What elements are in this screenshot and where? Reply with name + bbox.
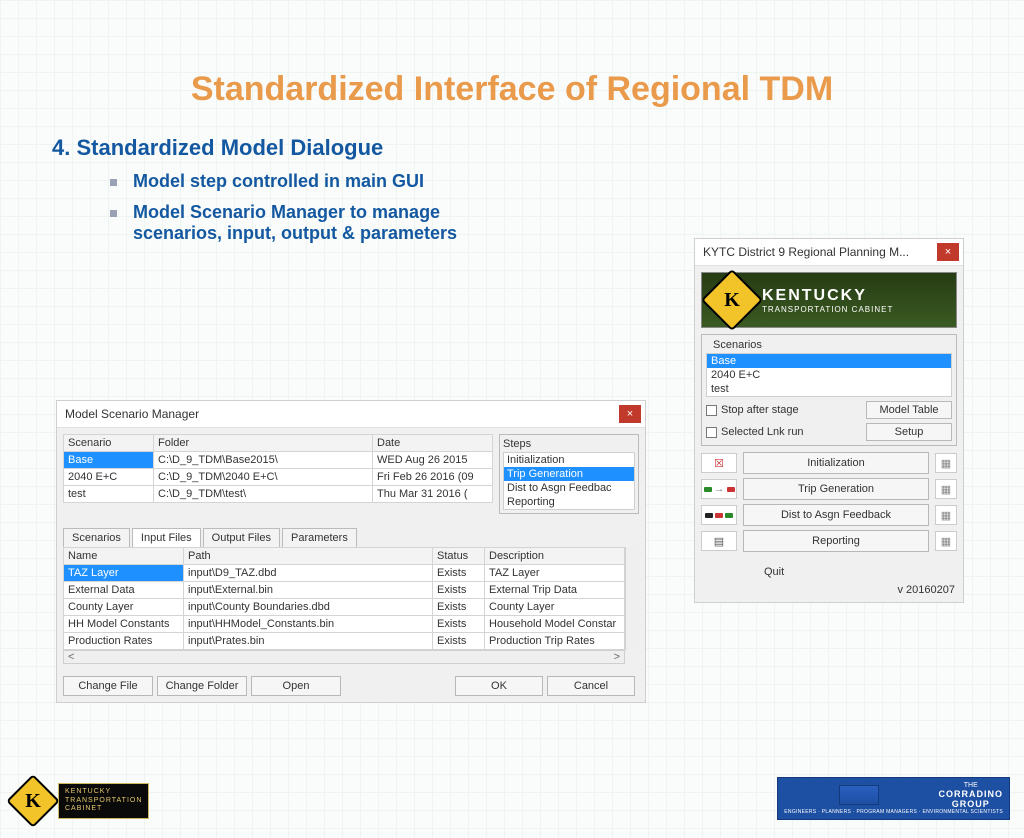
banner-line1: KENTUCKY <box>762 287 893 305</box>
horizontal-scrollbar[interactable]: < > <box>63 650 625 664</box>
steps-panel: Steps Initialization Trip Generation Dis… <box>499 434 639 514</box>
col-status: Status <box>433 548 485 565</box>
tab-scenarios[interactable]: Scenarios <box>63 528 130 547</box>
change-file-button[interactable]: Change File <box>63 676 153 696</box>
tab-input-files[interactable]: Input Files <box>132 528 201 547</box>
button-row: Change File Change Folder Open OK Cancel <box>57 670 645 702</box>
selected-lnk-run-label: Selected Lnk run <box>721 426 862 438</box>
district9-window: KYTC District 9 Regional Planning M... ×… <box>694 238 964 603</box>
section-heading: 4. Standardized Model Dialogue <box>52 135 1024 161</box>
change-folder-button[interactable]: Change Folder <box>157 676 247 696</box>
list-item[interactable]: Base <box>707 354 951 368</box>
banner: KENTUCKY TRANSPORTATION CABINET <box>701 272 957 328</box>
steps-list[interactable]: Initialization Trip Generation Dist to A… <box>503 452 635 510</box>
trip-generation-icon: → <box>701 479 737 499</box>
col-description: Description <box>485 548 625 565</box>
window-title: Model Scenario Manager <box>65 407 199 421</box>
table-row[interactable]: County Layerinput\County Boundaries.dbdE… <box>64 599 625 616</box>
tabs: Scenarios Input Files Output Files Param… <box>63 528 639 547</box>
bullet-list: Model step controlled in main GUI Model … <box>110 171 1024 244</box>
quit-button[interactable]: Quit <box>764 566 894 578</box>
model-table-button[interactable]: Model Table <box>866 401 952 419</box>
close-button[interactable]: × <box>619 405 641 423</box>
tab-parameters[interactable]: Parameters <box>282 528 357 547</box>
table-row[interactable]: External Datainput\External.binExistsExt… <box>64 582 625 599</box>
list-item[interactable]: Reporting <box>504 495 634 509</box>
trip-generation-button[interactable]: Trip Generation <box>743 478 929 500</box>
open-button[interactable]: Open <box>251 676 341 696</box>
col-date: Date <box>373 435 493 452</box>
table-header: Name Path Status Description <box>64 548 625 565</box>
table-row[interactable]: BaseC:\D_9_TDM\Base2015\WED Aug 26 2015 <box>64 452 493 469</box>
scenarios-fieldset: Scenarios Base 2040 E+C test Stop after … <box>701 334 957 446</box>
globe-icon <box>839 785 879 805</box>
window-title: KYTC District 9 Regional Planning M... <box>703 245 909 259</box>
dist-asgn-feedback-icon <box>701 505 737 525</box>
scroll-left-icon[interactable]: < <box>64 651 78 663</box>
col-folder: Folder <box>154 435 373 452</box>
table-row[interactable]: TAZ Layerinput\D9_TAZ.dbdExistsTAZ Layer <box>64 565 625 582</box>
initialization-button[interactable]: Initialization <box>743 452 929 474</box>
footer-kytc-logo: KENTUCKY TRANSPORTATION CABINET <box>14 782 149 820</box>
list-item[interactable]: Dist to Asgn Feedbac <box>504 481 634 495</box>
stop-after-stage-label: Stop after stage <box>721 404 862 416</box>
list-item[interactable]: 2040 E+C <box>707 368 951 382</box>
cancel-button[interactable]: Cancel <box>547 676 635 696</box>
scenario-list[interactable]: Base 2040 E+C test <box>706 353 952 397</box>
post-icon[interactable]: ▦ <box>935 531 957 551</box>
stop-after-stage-checkbox[interactable] <box>706 405 717 416</box>
close-button[interactable]: × <box>937 243 959 261</box>
kytc-sign-icon <box>701 269 763 331</box>
table-row[interactable]: 2040 E+CC:\D_9_TDM\2040 E+C\Fri Feb 26 2… <box>64 469 493 486</box>
post-icon[interactable]: ▦ <box>935 505 957 525</box>
vertical-scrollbar[interactable] <box>625 547 639 650</box>
steps-label: Steps <box>503 438 635 450</box>
ok-button[interactable]: OK <box>455 676 543 696</box>
table-header: Scenario Folder Date <box>64 435 493 452</box>
col-path: Path <box>184 548 433 565</box>
setup-button[interactable]: Setup <box>866 423 952 441</box>
bullet-icon <box>110 210 117 217</box>
bullet-item: Model step controlled in main GUI <box>110 171 1024 192</box>
titlebar: Model Scenario Manager × <box>57 401 645 428</box>
banner-line2: TRANSPORTATION CABINET <box>762 305 893 314</box>
reporting-icon: ▤ <box>701 531 737 551</box>
reporting-button[interactable]: Reporting <box>743 530 929 552</box>
kytc-plate: KENTUCKY TRANSPORTATION CABINET <box>58 783 149 818</box>
bullet-icon <box>110 179 117 186</box>
post-icon[interactable]: ▦ <box>935 453 957 473</box>
version-label: v 20160207 <box>695 582 963 602</box>
input-files-table[interactable]: Name Path Status Description TAZ Layerin… <box>63 547 625 650</box>
post-icon[interactable]: ▦ <box>935 479 957 499</box>
kytc-sign-icon <box>6 774 60 828</box>
slide-title: Standardized Interface of Regional TDM <box>0 70 1024 109</box>
bullet-text: Model Scenario Manager to manage scenari… <box>133 202 533 244</box>
col-name: Name <box>64 548 184 565</box>
model-scenario-manager-window: Model Scenario Manager × Scenario Folder… <box>56 400 646 703</box>
scenarios-legend: Scenarios <box>710 339 765 351</box>
scenario-table[interactable]: Scenario Folder Date BaseC:\D_9_TDM\Base… <box>63 434 493 503</box>
list-item[interactable]: Initialization <box>504 453 634 467</box>
selected-lnk-run-checkbox[interactable] <box>706 427 717 438</box>
initialization-icon: ☒ <box>701 453 737 473</box>
tab-output-files[interactable]: Output Files <box>203 528 280 547</box>
col-scenario: Scenario <box>64 435 154 452</box>
table-row[interactable]: testC:\D_9_TDM\test\Thu Mar 31 2016 ( <box>64 486 493 503</box>
dist-asgn-feedback-button[interactable]: Dist to Asgn Feedback <box>743 504 929 526</box>
scroll-right-icon[interactable]: > <box>610 651 624 663</box>
footer-corradino-logo: THE CORRADINO GROUP ENGINEERS · PLANNERS… <box>777 777 1010 820</box>
table-row[interactable]: Production Ratesinput\Prates.binExistsPr… <box>64 633 625 650</box>
table-row[interactable]: HH Model Constantsinput\HHModel_Constant… <box>64 616 625 633</box>
list-item[interactable]: test <box>707 382 951 396</box>
bullet-text: Model step controlled in main GUI <box>133 171 424 192</box>
list-item[interactable]: Trip Generation <box>504 467 634 481</box>
titlebar: KYTC District 9 Regional Planning M... × <box>695 239 963 266</box>
